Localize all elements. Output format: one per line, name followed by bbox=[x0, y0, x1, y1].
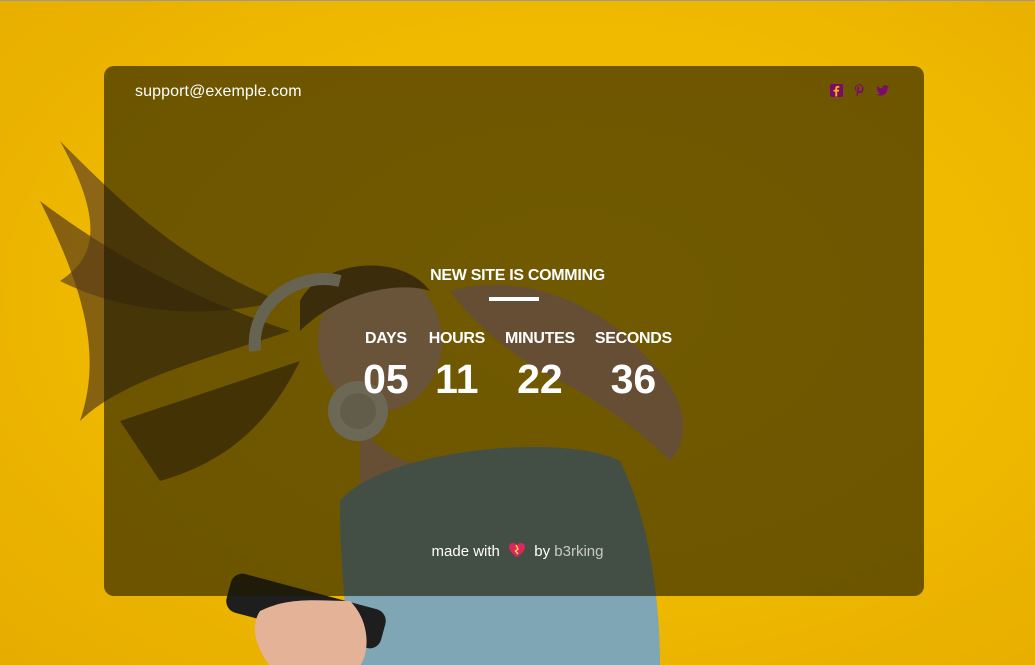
countdown-seconds: SECONDS 36 bbox=[595, 329, 672, 407]
heart-icon bbox=[508, 542, 526, 562]
facebook-icon[interactable] bbox=[829, 83, 844, 98]
footer-credit: made with by b3rking bbox=[0, 542, 1035, 562]
minutes-label: MINUTES bbox=[504, 330, 575, 347]
hours-value: 11 bbox=[435, 356, 479, 402]
seconds-label: SECONDS bbox=[594, 330, 672, 347]
author-link[interactable]: b3rking bbox=[554, 543, 603, 560]
countdown-minutes: MINUTES 22 bbox=[505, 329, 575, 407]
title-underline bbox=[489, 297, 539, 301]
seconds-value: 36 bbox=[610, 356, 657, 402]
countdown-hours: HOURS 11 bbox=[428, 329, 486, 407]
page-title: NEW SITE IS COMMING bbox=[430, 267, 605, 284]
hours-label: HOURS bbox=[428, 330, 486, 347]
minutes-value: 22 bbox=[517, 356, 563, 402]
countdown-days: DAYS 05 bbox=[363, 329, 409, 407]
countdown-timer: DAYS 05 HOURS 11 MINUTES 22 SECONDS 36 bbox=[0, 329, 1035, 407]
coming-soon-page: support@exemple.com NEW SITE IS COMMING … bbox=[0, 0, 1035, 665]
days-value: 05 bbox=[363, 356, 409, 402]
social-links bbox=[829, 83, 890, 98]
days-label: DAYS bbox=[364, 330, 407, 347]
pinterest-icon[interactable] bbox=[852, 83, 867, 98]
by-text: by bbox=[534, 543, 551, 560]
made-with-text: made with bbox=[431, 543, 500, 560]
support-email[interactable]: support@exemple.com bbox=[135, 83, 302, 101]
twitter-icon[interactable] bbox=[875, 83, 890, 98]
